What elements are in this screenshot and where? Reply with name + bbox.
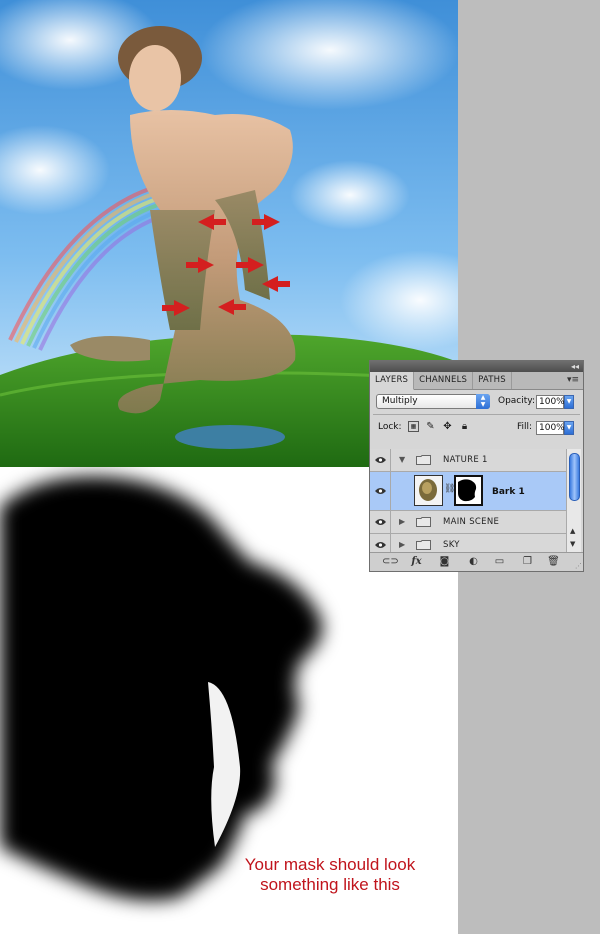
blend-mode-value: Multiply bbox=[382, 396, 418, 406]
layer-row-bark-1[interactable]: ⛓ Bark 1 bbox=[370, 472, 566, 511]
folder-icon bbox=[416, 540, 431, 550]
layers-panel: ◂◂ LAYERS CHANNELS PATHS ▾≡ Multiply ▲ ▼ … bbox=[369, 360, 584, 572]
visibility-toggle[interactable] bbox=[370, 472, 391, 510]
bark-texture-thumbnail bbox=[415, 476, 442, 505]
mask-thumbnail[interactable] bbox=[454, 475, 483, 506]
lock-label: Lock: bbox=[378, 422, 402, 432]
layer-name: SKY bbox=[443, 540, 460, 550]
new-layer-icon[interactable]: ❐ bbox=[521, 556, 534, 568]
blend-row: Multiply ▲ ▼ Opacity: 100% ▼ bbox=[370, 390, 583, 414]
collapsed-triangle-icon[interactable]: ▶ bbox=[399, 540, 405, 549]
layer-thumbnail[interactable] bbox=[414, 475, 443, 506]
lock-transparency-icon[interactable]: ▦ bbox=[408, 421, 419, 432]
layer-name: NATURE 1 bbox=[443, 455, 488, 465]
add-mask-icon[interactable]: ◙ bbox=[438, 556, 451, 568]
opacity-dropdown-icon[interactable]: ▼ bbox=[564, 395, 574, 409]
caption-line-2: something like this bbox=[260, 875, 400, 894]
layers-scrollbar[interactable]: ▲ ▼ bbox=[566, 449, 581, 552]
panel-menu-icon[interactable]: ▾≡ bbox=[567, 375, 579, 385]
tab-paths[interactable]: PATHS bbox=[473, 372, 512, 389]
link-icon[interactable]: ⊂⊃ bbox=[382, 556, 399, 568]
adjustment-layer-icon[interactable]: ◐ bbox=[467, 556, 480, 568]
panel-titlebar[interactable]: ◂◂ bbox=[370, 361, 583, 372]
lock-brush-icon[interactable]: ✎ bbox=[425, 421, 436, 432]
expanded-triangle-icon[interactable]: ▼ bbox=[399, 455, 405, 464]
trash-icon[interactable]: 🗑︎ bbox=[547, 556, 560, 568]
scroll-down-icon[interactable]: ▼ bbox=[570, 540, 575, 548]
fill-field[interactable]: 100% bbox=[536, 421, 565, 435]
layer-name: Bark 1 bbox=[492, 487, 525, 497]
layer-name: MAIN SCENE bbox=[443, 517, 500, 527]
tab-layers[interactable]: LAYERS bbox=[370, 372, 415, 390]
eye-icon bbox=[375, 519, 386, 525]
eye-icon bbox=[375, 488, 386, 494]
layer-row-main-scene[interactable]: ▶ MAIN SCENE bbox=[370, 511, 566, 534]
panel-tabs: LAYERS CHANNELS PATHS ▾≡ bbox=[370, 372, 583, 390]
tab-channels[interactable]: CHANNELS bbox=[414, 372, 474, 389]
blend-mode-select[interactable]: Multiply ▲ ▼ bbox=[376, 394, 490, 409]
instruction-caption: Your mask should look something like thi… bbox=[215, 855, 445, 895]
fill-dropdown-icon[interactable]: ▼ bbox=[564, 421, 574, 435]
caption-line-1: Your mask should look bbox=[244, 855, 416, 874]
layer-row-nature-1[interactable]: ▼ NATURE 1 bbox=[370, 449, 566, 472]
folder-icon bbox=[416, 517, 431, 527]
select-arrows-icon: ▲ ▼ bbox=[476, 394, 490, 409]
lock-row: Lock: ▦ ✎ ✥ 🔒︎ Fill: 100% ▼ bbox=[370, 415, 583, 439]
opacity-label: Opacity: bbox=[498, 396, 535, 406]
layers-bottom-bar: ⊂⊃ fx ◙ ◐ ▭ ❐ 🗑︎ ⋰ bbox=[370, 552, 583, 571]
scroll-thumb[interactable] bbox=[569, 453, 580, 501]
resize-grip-icon[interactable]: ⋰ bbox=[575, 562, 582, 570]
scroll-up-icon[interactable]: ▲ bbox=[570, 527, 575, 535]
fx-icon[interactable]: fx bbox=[410, 556, 423, 568]
layers-list: ▼ NATURE 1 ⛓ Bark 1 ▶ MAIN SCENE ▶ SKY bbox=[370, 449, 566, 557]
collapsed-triangle-icon[interactable]: ▶ bbox=[399, 517, 405, 526]
folder-icon bbox=[416, 455, 431, 465]
opacity-field[interactable]: 100% bbox=[536, 395, 565, 409]
eye-icon bbox=[375, 542, 386, 548]
eye-icon bbox=[375, 457, 386, 463]
mask-thumbnail-image bbox=[456, 477, 481, 504]
new-group-icon[interactable]: ▭ bbox=[493, 556, 506, 568]
visibility-toggle[interactable] bbox=[370, 511, 391, 533]
lock-all-icon[interactable]: 🔒︎ bbox=[459, 421, 470, 432]
collapse-panel-icon[interactable]: ◂◂ bbox=[571, 361, 579, 372]
fill-label: Fill: bbox=[517, 422, 533, 432]
visibility-toggle[interactable] bbox=[370, 449, 391, 471]
lock-position-icon[interactable]: ✥ bbox=[442, 421, 453, 432]
